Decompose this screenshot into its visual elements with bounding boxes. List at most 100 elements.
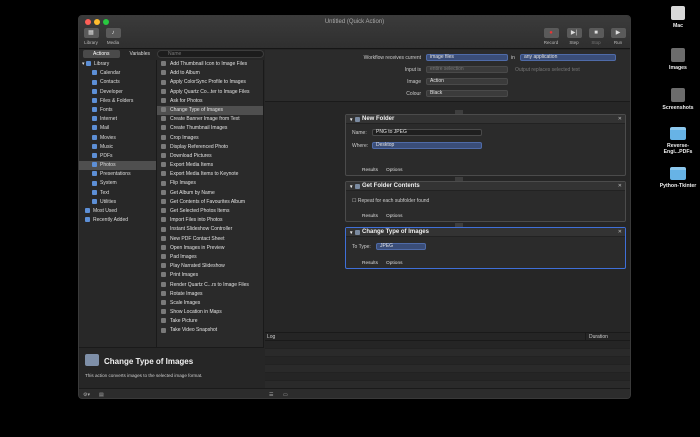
action-item[interactable]: Flip Images: [157, 179, 263, 188]
image-action-icon: [355, 230, 360, 235]
results-button[interactable]: Results: [362, 261, 378, 266]
action-item[interactable]: Display Referenced Photo: [157, 143, 263, 152]
pdf-icon: [92, 153, 97, 159]
record-button[interactable]: ● Record: [541, 28, 561, 45]
output-replaces-checkbox[interactable]: Output replaces selected text: [515, 67, 615, 73]
library-item-developer[interactable]: Developer: [79, 88, 156, 97]
action-item[interactable]: Apply ColorSync Profile to Images: [157, 78, 263, 87]
close-card-icon[interactable]: ✕: [618, 228, 622, 237]
action-item[interactable]: Create Banner Image from Text: [157, 115, 263, 124]
library-item-library[interactable]: ▾ Library: [79, 60, 156, 69]
library-item-pdfs[interactable]: PDFs: [79, 152, 156, 161]
library-item-contacts[interactable]: Contacts: [79, 78, 156, 87]
options-button[interactable]: Options: [386, 214, 403, 219]
stop-button[interactable]: ■ Stop: [586, 28, 606, 45]
action-icon: [161, 88, 166, 94]
type-popup[interactable]: JPEG: [376, 243, 426, 250]
results-button[interactable]: Results: [362, 214, 378, 219]
stop-icon: ■: [588, 28, 604, 38]
action-item[interactable]: Create Thumbnail Images: [157, 124, 263, 133]
calendar-icon: [92, 70, 97, 76]
desktop-icon-screenshots[interactable]: Screenshots: [658, 88, 698, 111]
list-view-icon[interactable]: ☰: [269, 392, 273, 398]
options-button[interactable]: Options: [386, 168, 403, 173]
library-item-files-folders[interactable]: Files & Folders: [79, 97, 156, 106]
duration-column-header[interactable]: Duration: [585, 333, 608, 341]
results-button[interactable]: Results: [362, 168, 378, 173]
gear-icon[interactable]: ⚙▾: [83, 392, 90, 398]
close-card-icon[interactable]: ✕: [618, 115, 622, 124]
action-item[interactable]: Import Files into Photos: [157, 216, 263, 225]
action-item[interactable]: Download Pictures: [157, 152, 263, 161]
action-item[interactable]: Take Picture: [157, 317, 263, 326]
library-item-utilities[interactable]: Utilities: [79, 198, 156, 207]
action-item[interactable]: Add to Album: [157, 69, 263, 78]
input-popup[interactable]: entire selection: [426, 66, 508, 73]
desktop-icon-images[interactable]: Images: [658, 48, 698, 71]
card-title: Get Folder Contents: [362, 183, 420, 189]
action-item[interactable]: Pad Images: [157, 253, 263, 262]
card-get-folder-contents: ▼ Get Folder Contents ✕ ☐ Repeat for each …: [345, 181, 626, 222]
library-item-system[interactable]: System: [79, 179, 156, 188]
library-item-internet[interactable]: Internet: [79, 115, 156, 124]
action-item[interactable]: Add Thumbnail Icon to Image Files: [157, 60, 263, 69]
log-view-icon[interactable]: ▭: [283, 392, 288, 398]
colour-popup[interactable]: Black: [426, 90, 508, 97]
folder-name-field[interactable]: PNG to JPEG: [372, 129, 482, 136]
action-item[interactable]: Render Quartz C...rs to Image Files: [157, 281, 263, 290]
action-item[interactable]: Apply Quartz Co...ter to Image Files: [157, 88, 263, 97]
action-item[interactable]: Scale Images: [157, 299, 263, 308]
disclosure-triangle-icon[interactable]: ▼: [349, 228, 353, 237]
step-button[interactable]: ▶| Step: [564, 28, 584, 45]
action-icon: [161, 116, 166, 122]
log-column-header[interactable]: Log: [267, 334, 275, 340]
action-item[interactable]: Ask for Photos: [157, 97, 263, 106]
library-item-movies[interactable]: Movies: [79, 134, 156, 143]
library-item-calendar[interactable]: Calendar: [79, 69, 156, 78]
application-popup[interactable]: any application: [520, 54, 616, 61]
library-item-recently-added[interactable]: Recently Added: [79, 216, 156, 225]
options-button[interactable]: Options: [386, 261, 403, 266]
desktop-icon-mac[interactable]: Mac: [658, 6, 698, 29]
action-item[interactable]: Show Location in Maps: [157, 308, 263, 317]
action-item[interactable]: Rotate Images: [157, 290, 263, 299]
library-item-most-used[interactable]: Most Used: [79, 207, 156, 216]
action-item-selected[interactable]: Change Type of Images: [157, 105, 263, 116]
action-item[interactable]: Export Media Items to Keynote: [157, 170, 263, 179]
action-item[interactable]: Export Media Items: [157, 161, 263, 170]
desktop-icon-reverse-engi[interactable]: Reverse-Engi...PDFs: [658, 127, 698, 155]
close-card-icon[interactable]: ✕: [618, 182, 622, 191]
mail-icon: [92, 125, 97, 131]
run-button[interactable]: ▶ Run: [608, 28, 628, 45]
tab-variables[interactable]: Variables: [122, 50, 159, 58]
library-item-music[interactable]: Music: [79, 143, 156, 152]
receives-popup[interactable]: image files: [426, 54, 508, 61]
action-item[interactable]: Print Images: [157, 271, 263, 280]
action-item[interactable]: Get Selected Photos Items: [157, 207, 263, 216]
tab-actions[interactable]: Actions: [83, 50, 120, 58]
repeat-checkbox[interactable]: ☐ Repeat for each subfolder found: [352, 198, 429, 204]
library-button[interactable]: ▦ Library: [81, 28, 101, 45]
library-item-text[interactable]: Text: [79, 189, 156, 198]
action-item[interactable]: Crop Images: [157, 134, 263, 143]
media-button[interactable]: ♪ Media: [103, 28, 123, 45]
description-toggle-icon[interactable]: ▤: [99, 392, 104, 398]
action-icon: [161, 61, 166, 67]
library-item-mail[interactable]: Mail: [79, 124, 156, 133]
action-item[interactable]: Get Album by Name: [157, 189, 263, 198]
action-item[interactable]: Instant Slideshow Controller: [157, 225, 263, 234]
library-item-fonts[interactable]: Fonts: [79, 106, 156, 115]
library-item-presentations[interactable]: Presentations: [79, 170, 156, 179]
image-popup[interactable]: Action: [426, 78, 508, 85]
disclosure-triangle-icon[interactable]: ▼: [349, 182, 353, 191]
search-input[interactable]: Name: [157, 50, 264, 58]
disclosure-triangle-icon[interactable]: ▼: [349, 115, 353, 124]
action-item[interactable]: Get Contents of Favourites Album: [157, 198, 263, 207]
action-item[interactable]: New PDF Contact Sheet: [157, 235, 263, 244]
action-item[interactable]: Open Images in Preview: [157, 244, 263, 253]
desktop-icon-python-tkinter[interactable]: Python-Tkinter: [658, 167, 698, 189]
library-item-photos[interactable]: Photos: [79, 161, 156, 171]
action-item[interactable]: Take Video Snapshot: [157, 326, 263, 335]
where-popup[interactable]: Desktop: [372, 142, 482, 149]
action-item[interactable]: Play Narrated Slideshow: [157, 262, 263, 271]
